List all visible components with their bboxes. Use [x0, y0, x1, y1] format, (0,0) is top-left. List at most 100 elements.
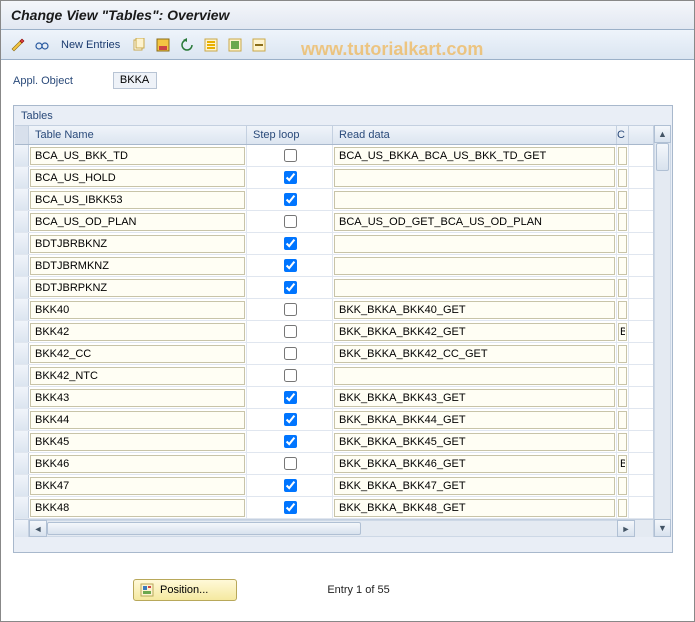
table-name-input[interactable] [30, 433, 245, 451]
read-data-input[interactable] [334, 389, 615, 407]
col-header-c[interactable]: C [617, 126, 629, 144]
step-loop-checkbox[interactable] [284, 413, 297, 426]
row-selector[interactable] [15, 321, 29, 342]
step-loop-checkbox[interactable] [284, 149, 297, 162]
table-name-input[interactable] [30, 301, 245, 319]
row-selector[interactable] [15, 255, 29, 276]
table-name-input[interactable] [30, 455, 245, 473]
table-name-input[interactable] [30, 235, 245, 253]
row-selector[interactable] [15, 475, 29, 496]
c-input[interactable] [618, 389, 627, 407]
c-input[interactable] [618, 191, 627, 209]
undo-icon[interactable] [178, 36, 196, 54]
read-data-input[interactable] [334, 235, 615, 253]
read-data-input[interactable] [334, 323, 615, 341]
h-scroll-thumb[interactable] [47, 522, 361, 535]
step-loop-checkbox[interactable] [284, 457, 297, 470]
table-name-input[interactable] [30, 213, 245, 231]
c-input[interactable] [618, 433, 627, 451]
step-loop-checkbox[interactable] [284, 347, 297, 360]
table-name-input[interactable] [30, 499, 245, 517]
table-name-input[interactable] [30, 477, 245, 495]
read-data-input[interactable] [334, 213, 615, 231]
c-input[interactable] [618, 169, 627, 187]
step-loop-checkbox[interactable] [284, 171, 297, 184]
c-input[interactable] [618, 477, 627, 495]
read-data-input[interactable] [334, 169, 615, 187]
row-selector[interactable] [15, 145, 29, 166]
step-loop-checkbox[interactable] [284, 325, 297, 338]
table-name-input[interactable] [30, 169, 245, 187]
horizontal-scrollbar[interactable]: ◄ ► [15, 519, 653, 537]
row-selector[interactable] [15, 431, 29, 452]
save-row-icon[interactable] [154, 36, 172, 54]
glasses-icon[interactable] [33, 36, 51, 54]
row-selector[interactable] [15, 189, 29, 210]
c-input[interactable] [618, 455, 627, 473]
c-input[interactable] [618, 301, 627, 319]
c-input[interactable] [618, 411, 627, 429]
row-selector[interactable] [15, 233, 29, 254]
read-data-input[interactable] [334, 191, 615, 209]
table-name-input[interactable] [30, 345, 245, 363]
col-header-name[interactable]: Table Name [29, 126, 247, 144]
col-header-read[interactable]: Read data [333, 126, 617, 144]
c-input[interactable] [618, 499, 627, 517]
vertical-scrollbar[interactable]: ▲ ▼ [653, 125, 671, 537]
step-loop-checkbox[interactable] [284, 237, 297, 250]
step-loop-checkbox[interactable] [284, 369, 297, 382]
row-selector[interactable] [15, 211, 29, 232]
deselect-all-icon[interactable] [250, 36, 268, 54]
c-input[interactable] [618, 323, 627, 341]
table-name-input[interactable] [30, 411, 245, 429]
read-data-input[interactable] [334, 411, 615, 429]
table-name-input[interactable] [30, 279, 245, 297]
step-loop-checkbox[interactable] [284, 391, 297, 404]
v-scroll-thumb[interactable] [656, 143, 669, 171]
table-name-input[interactable] [30, 191, 245, 209]
read-data-input[interactable] [334, 147, 615, 165]
c-input[interactable] [618, 235, 627, 253]
scroll-left-icon[interactable]: ◄ [29, 520, 47, 537]
row-selector[interactable] [15, 365, 29, 386]
step-loop-checkbox[interactable] [284, 259, 297, 272]
appl-object-value[interactable]: BKKA [113, 72, 157, 89]
c-input[interactable] [618, 213, 627, 231]
table-name-input[interactable] [30, 389, 245, 407]
row-selector[interactable] [15, 277, 29, 298]
table-name-input[interactable] [30, 367, 245, 385]
read-data-input[interactable] [334, 301, 615, 319]
table-name-input[interactable] [30, 323, 245, 341]
read-data-input[interactable] [334, 367, 615, 385]
row-selector[interactable] [15, 299, 29, 320]
step-loop-checkbox[interactable] [284, 193, 297, 206]
c-input[interactable] [618, 367, 627, 385]
table-name-input[interactable] [30, 257, 245, 275]
toggle-display-icon[interactable] [9, 36, 27, 54]
read-data-input[interactable] [334, 455, 615, 473]
row-selector[interactable] [15, 497, 29, 518]
read-data-input[interactable] [334, 433, 615, 451]
read-data-input[interactable] [334, 345, 615, 363]
c-input[interactable] [618, 345, 627, 363]
table-name-input[interactable] [30, 147, 245, 165]
row-selector-header[interactable] [15, 126, 29, 144]
position-button[interactable]: Position... [133, 579, 237, 601]
step-loop-checkbox[interactable] [284, 281, 297, 294]
step-loop-checkbox[interactable] [284, 215, 297, 228]
step-loop-checkbox[interactable] [284, 303, 297, 316]
read-data-input[interactable] [334, 279, 615, 297]
step-loop-checkbox[interactable] [284, 501, 297, 514]
c-input[interactable] [618, 257, 627, 275]
read-data-input[interactable] [334, 499, 615, 517]
select-all-icon[interactable] [202, 36, 220, 54]
scroll-right-icon[interactable]: ► [617, 520, 635, 537]
new-entries-button[interactable]: New Entries [57, 39, 124, 51]
col-header-step[interactable]: Step loop [247, 126, 333, 144]
scroll-down-icon[interactable]: ▼ [654, 519, 671, 537]
select-block-icon[interactable] [226, 36, 244, 54]
step-loop-checkbox[interactable] [284, 435, 297, 448]
row-selector[interactable] [15, 387, 29, 408]
copy-icon[interactable] [130, 36, 148, 54]
read-data-input[interactable] [334, 477, 615, 495]
